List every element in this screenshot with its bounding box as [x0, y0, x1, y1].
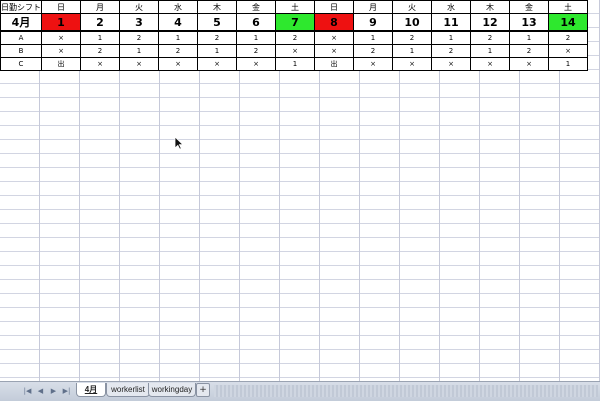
shift-cell[interactable]: 2 [158, 44, 198, 58]
shift-cell[interactable]: 2 [431, 44, 471, 58]
last-sheet-icon[interactable]: ▶| [61, 386, 72, 396]
date-cell[interactable]: 12 [470, 13, 510, 32]
weekday-cell[interactable]: 火 [119, 0, 159, 14]
shift-cell[interactable]: 1 [197, 44, 237, 58]
sheet-nav-buttons: |◀ ◀ ▶ ▶| [22, 386, 72, 396]
sheet-tab-workerlist[interactable]: workerlist [106, 383, 150, 397]
weekday-cell[interactable]: 金 [236, 0, 276, 14]
shift-cell[interactable]: × [197, 57, 237, 71]
date-cell[interactable]: 6 [236, 13, 276, 32]
next-sheet-icon[interactable]: ▶ [48, 386, 59, 396]
shift-cell[interactable]: 1 [119, 44, 159, 58]
shift-cell[interactable]: × [275, 44, 315, 58]
add-sheet-button[interactable]: + [196, 383, 210, 397]
shift-cell[interactable]: × [470, 57, 510, 71]
weekday-cell[interactable]: 木 [197, 0, 237, 14]
worker-name-cell[interactable]: B [0, 44, 42, 58]
weekday-row: 日勤シフト 日 月 火 水 木 金 土 日 月 火 水 木 金 土 [0, 0, 588, 14]
date-cell[interactable]: 9 [353, 13, 393, 32]
weekday-cell[interactable]: 月 [80, 0, 120, 14]
shift-cell[interactable]: 2 [197, 30, 237, 45]
worker-row-c: C 出 × × × × × 1 出 × × × × × 1 [0, 57, 588, 71]
weekday-cell[interactable]: 土 [548, 0, 588, 14]
shift-cell[interactable]: × [353, 57, 393, 71]
date-cell[interactable]: 1 [41, 13, 81, 32]
horizontal-scrollbar[interactable] [214, 385, 598, 397]
shift-cell[interactable]: 2 [275, 30, 315, 45]
shift-cell[interactable]: 1 [431, 30, 471, 45]
shift-cell[interactable]: × [236, 57, 276, 71]
date-cell[interactable]: 10 [392, 13, 432, 32]
shift-cell[interactable]: 1 [470, 44, 510, 58]
shift-cell[interactable]: × [509, 57, 549, 71]
worker-name-cell[interactable]: A [0, 30, 42, 45]
shift-cell[interactable]: 2 [119, 30, 159, 45]
shift-cell[interactable]: × [314, 44, 354, 58]
shift-cell[interactable]: 2 [509, 44, 549, 58]
prev-sheet-icon[interactable]: ◀ [35, 386, 46, 396]
date-cell[interactable]: 11 [431, 13, 471, 32]
date-cell[interactable]: 3 [119, 13, 159, 32]
worker-name-cell[interactable]: C [0, 57, 42, 71]
shift-cell[interactable]: × [41, 44, 81, 58]
weekday-cell[interactable]: 日 [314, 0, 354, 14]
shift-cell[interactable]: 1 [275, 57, 315, 71]
shift-cell[interactable]: 2 [470, 30, 510, 45]
weekday-cell[interactable]: 木 [470, 0, 510, 14]
month-label-cell[interactable]: 4月 [0, 13, 42, 32]
date-cell[interactable]: 4 [158, 13, 198, 32]
date-cell[interactable]: 8 [314, 13, 354, 32]
shift-cell[interactable]: 2 [353, 44, 393, 58]
shift-cell[interactable]: × [80, 57, 120, 71]
date-cell[interactable]: 2 [80, 13, 120, 32]
weekday-cell[interactable]: 火 [392, 0, 432, 14]
arrow-cursor-icon [174, 136, 184, 150]
shift-cell[interactable]: 2 [236, 44, 276, 58]
shift-cell[interactable]: 1 [509, 30, 549, 45]
date-row: 4月 1 2 3 4 5 6 7 8 9 10 11 12 13 14 [0, 13, 588, 32]
shift-cell[interactable]: 出 [41, 57, 81, 71]
shift-cell[interactable]: 出 [314, 57, 354, 71]
header-label-cell[interactable]: 日勤シフト [0, 0, 42, 14]
shift-cell[interactable]: 2 [80, 44, 120, 58]
shift-cell[interactable]: 1 [158, 30, 198, 45]
weekday-cell[interactable]: 金 [509, 0, 549, 14]
shift-cell[interactable]: × [431, 57, 471, 71]
shift-cell[interactable]: 2 [392, 30, 432, 45]
sheet-tab-april[interactable]: 4月 [76, 383, 106, 397]
weekday-cell[interactable]: 水 [158, 0, 198, 14]
shift-cell[interactable]: × [392, 57, 432, 71]
shift-cell[interactable]: 1 [392, 44, 432, 58]
date-cell[interactable]: 7 [275, 13, 315, 32]
shift-cell[interactable]: 1 [80, 30, 120, 45]
date-cell[interactable]: 13 [509, 13, 549, 32]
weekday-cell[interactable]: 土 [275, 0, 315, 14]
weekday-cell[interactable]: 水 [431, 0, 471, 14]
sheet-tab-workingday[interactable]: workingday [148, 383, 196, 397]
shift-cell[interactable]: 1 [236, 30, 276, 45]
worker-row-b: B × 2 1 2 1 2 × × 2 1 2 1 2 × [0, 44, 588, 58]
date-cell[interactable]: 14 [548, 13, 588, 32]
shift-table: 日勤シフト 日 月 火 水 木 金 土 日 月 火 水 木 金 土 4月 1 2… [0, 0, 588, 71]
shift-cell[interactable]: 1 [353, 30, 393, 45]
shift-cell[interactable]: 2 [548, 30, 588, 45]
weekday-cell[interactable]: 日 [41, 0, 81, 14]
shift-cell[interactable]: × [314, 30, 354, 45]
shift-cell[interactable]: × [158, 57, 198, 71]
shift-cell[interactable]: × [548, 44, 588, 58]
sheet-tab-bar: |◀ ◀ ▶ ▶| 4月 workerlist workingday + [0, 381, 600, 401]
shift-cell[interactable]: × [119, 57, 159, 71]
date-cell[interactable]: 5 [197, 13, 237, 32]
worker-row-a: A × 1 2 1 2 1 2 × 1 2 1 2 1 2 [0, 30, 588, 45]
shift-cell[interactable]: × [41, 30, 81, 45]
first-sheet-icon[interactable]: |◀ [22, 386, 33, 396]
shift-cell[interactable]: 1 [548, 57, 588, 71]
weekday-cell[interactable]: 月 [353, 0, 393, 14]
